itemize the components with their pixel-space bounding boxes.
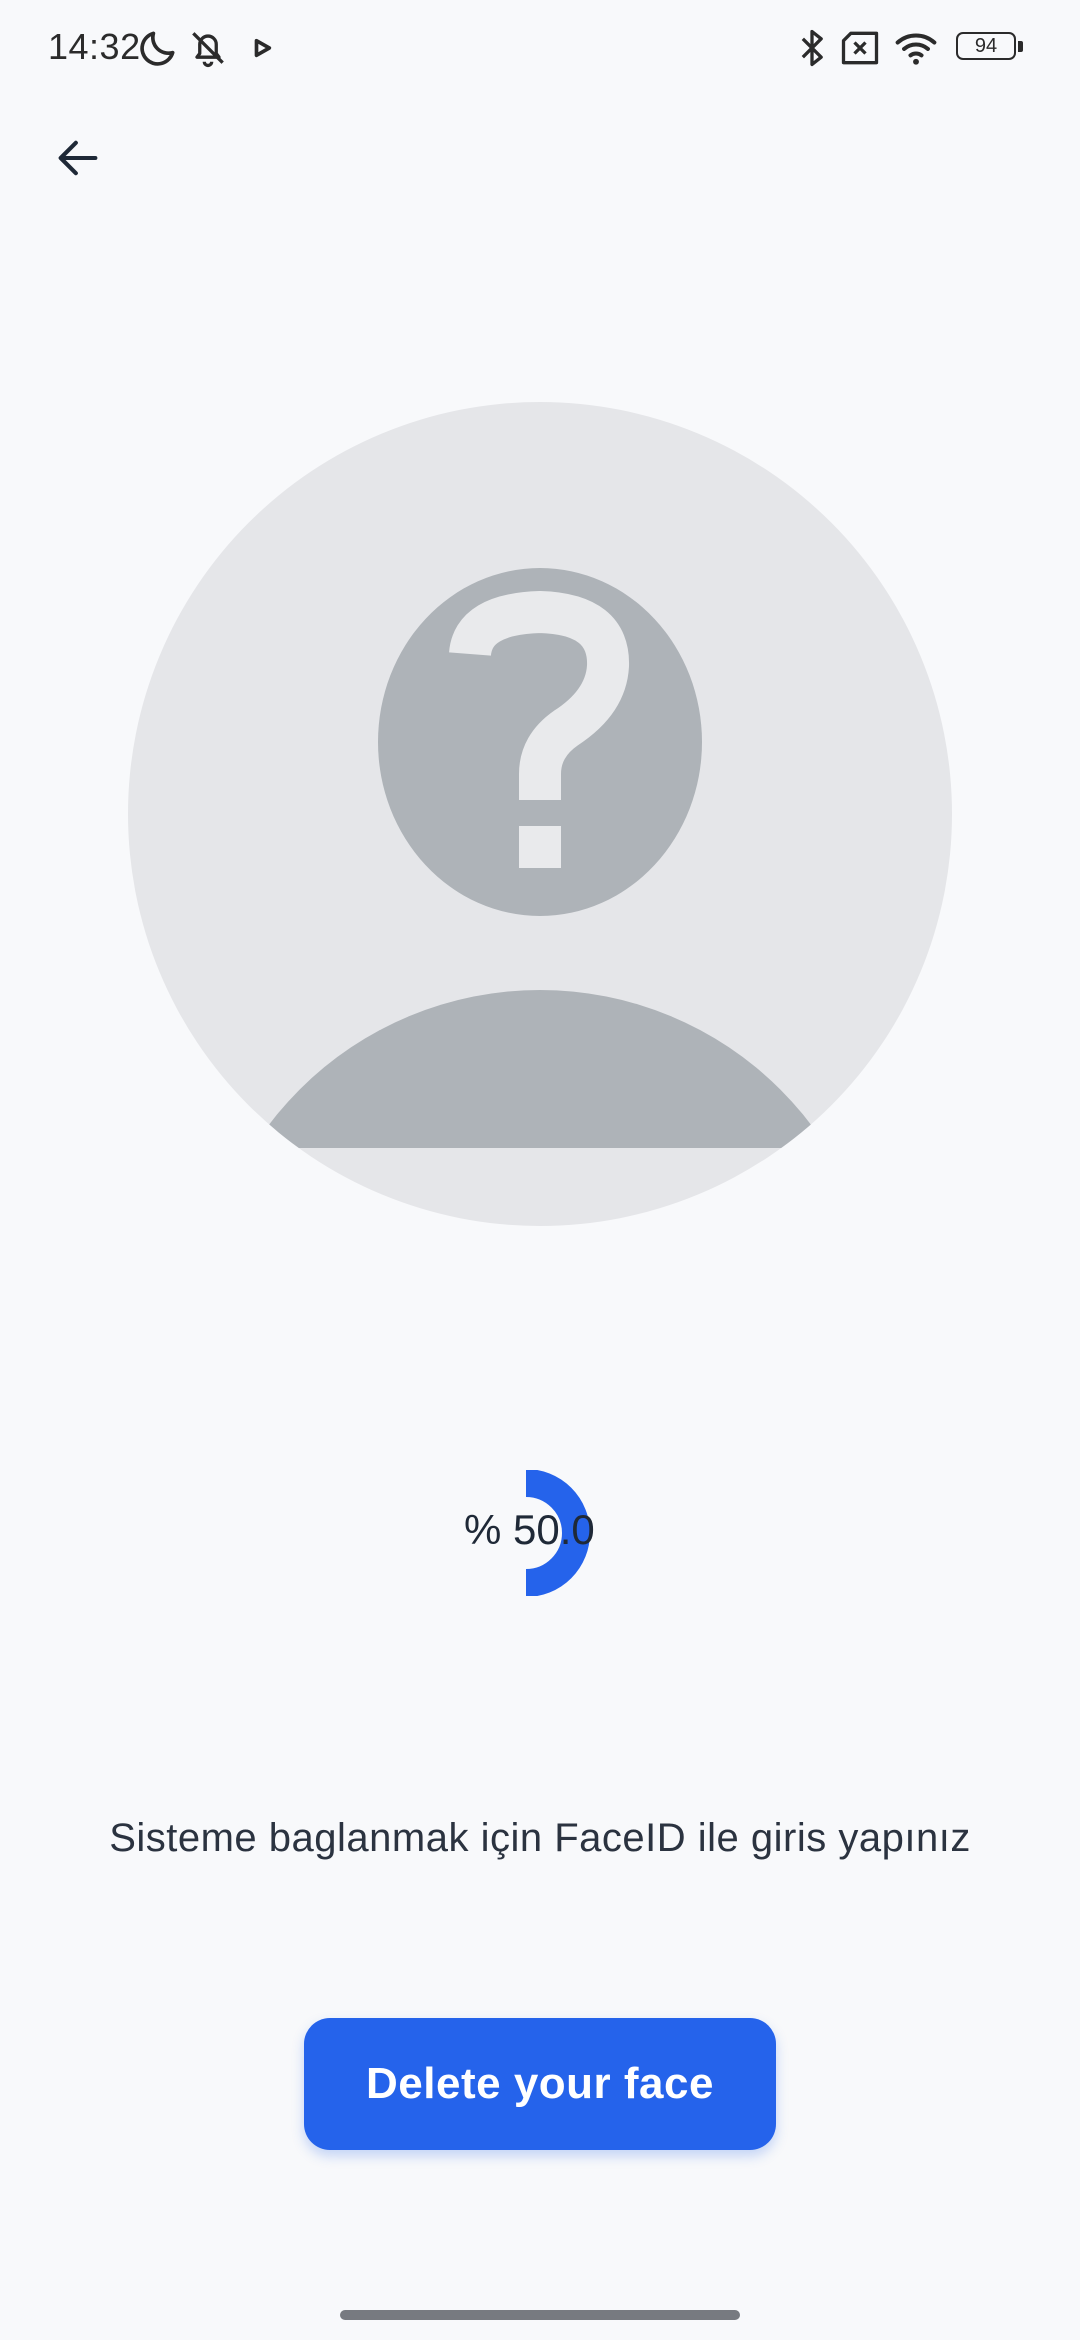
- enrollment-progress: % 50.0: [440, 1470, 640, 1596]
- progress-label: % 50.0: [464, 1506, 595, 1553]
- arrow-left-icon: [58, 140, 98, 176]
- battery-icon: 94: [956, 32, 1026, 64]
- bluetooth-icon: [801, 29, 823, 67]
- delete-face-button[interactable]: Delete your face: [304, 2018, 776, 2150]
- bell-off-icon: [192, 32, 224, 68]
- face-id-screen: 14:32 94 % 50.0 Sisteme baglanmak için F…: [0, 0, 1080, 2340]
- back-button[interactable]: [40, 120, 116, 196]
- face-avatar: [128, 402, 952, 1226]
- wifi-icon: [895, 33, 937, 65]
- status-time: 14:32: [48, 26, 141, 67]
- unknown-person-icon: [252, 568, 828, 1148]
- play-icon: [254, 38, 272, 58]
- moon-icon: [140, 31, 175, 66]
- no-sim-icon: [841, 31, 879, 65]
- home-indicator[interactable]: [340, 2310, 740, 2320]
- delete-face-label: Delete your face: [366, 2059, 714, 2108]
- status-bar: 14:32 94: [0, 0, 1080, 100]
- battery-level: 94: [974, 35, 998, 57]
- instruction-text: Sisteme baglanmak için FaceID ile giris …: [109, 1816, 971, 1860]
